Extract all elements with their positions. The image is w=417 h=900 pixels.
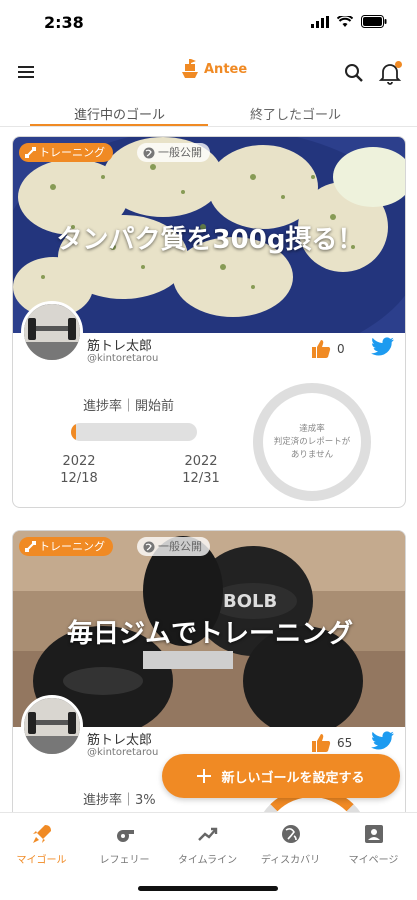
end-year: 2022 [184, 454, 218, 469]
visibility-label: 一般公開 [158, 146, 202, 159]
nav-label: マイゴール [16, 855, 67, 866]
rocket-icon [32, 825, 51, 843]
app-header: Antee [0, 50, 417, 96]
logo-text: Antee [204, 61, 248, 77]
start-day: 12/18 [60, 471, 98, 486]
wifi-icon [337, 15, 353, 27]
twitter-icon [371, 337, 394, 356]
thumbs-up-icon [312, 734, 331, 752]
category-badge: トレーニング [19, 537, 113, 556]
nav-referee[interactable]: レフェリー [83, 823, 166, 866]
goal-card[interactable]: タンパク質を300g摂る！ トレーニング 一般公開 筋トレ太郎 @kintore… [12, 136, 406, 508]
nav-label: レフェリー [99, 855, 150, 866]
new-goal-label: 新しいゴールを設定する [221, 770, 365, 786]
menu-button[interactable] [16, 62, 38, 82]
search-button[interactable] [343, 62, 365, 84]
twitter-icon [371, 731, 394, 750]
nav-label: マイページ [348, 855, 399, 866]
notification-button[interactable] [377, 60, 403, 86]
signal-icon [311, 15, 329, 28]
category-label: トレーニング [39, 146, 105, 159]
notification-dot [395, 61, 402, 68]
hamburger-icon [18, 66, 34, 78]
goal-title: 毎日ジムでトレーニング [66, 619, 353, 649]
goal-image: タンパク質を300g摂る！ トレーニング 一般公開 [13, 137, 405, 333]
like-button[interactable]: 65 [311, 733, 352, 753]
avatar[interactable] [21, 301, 83, 363]
category-badge: トレーニング [19, 143, 113, 162]
battery-icon [361, 15, 387, 28]
avatar[interactable] [21, 695, 83, 757]
progress-label: 進捗率｜開始前 [83, 399, 175, 414]
home-indicator [138, 886, 278, 891]
user-name: 筋トレ太郎 [87, 733, 153, 748]
progress-bar [71, 423, 197, 441]
progress-label: 進捗率｜3% [83, 793, 156, 808]
visibility-label: 一般公開 [158, 540, 202, 553]
nav-discovery[interactable]: ディスカバリ [249, 823, 332, 866]
goal-image: BOLB 毎日ジムでトレーニング トレーニング 一般公開 [13, 531, 405, 727]
status-time: 2:38 [44, 13, 84, 32]
like-count: 0 [337, 342, 345, 356]
achievement-ring: 達成率 判定済のレポートがありません [253, 383, 371, 501]
like-button[interactable]: 0 [311, 339, 345, 359]
search-icon [345, 64, 363, 82]
category-icon [25, 147, 36, 158]
status-bar: 2:38 [0, 0, 417, 46]
plus-icon [197, 769, 212, 783]
tab-divider [0, 126, 417, 127]
nav-timeline[interactable]: タイムライン [166, 823, 249, 866]
ship-logo-icon [182, 59, 198, 78]
thumbs-up-icon [312, 340, 331, 358]
category-icon [25, 541, 36, 552]
like-count: 65 [337, 736, 353, 750]
new-goal-button[interactable]: 新しいゴールを設定する [162, 754, 400, 798]
globe-icon [281, 825, 300, 843]
category-label: トレーニング [39, 540, 105, 553]
app-logo: Antee [178, 58, 247, 80]
globe-small-icon [143, 147, 155, 158]
progress-fill [71, 423, 77, 441]
end-day: 12/31 [182, 471, 220, 486]
nav-my-goals[interactable]: マイゴール [0, 823, 83, 866]
goal-tabs: 進行中のゴール 終了したゴール [0, 100, 417, 126]
nav-label: ディスカバリ [260, 855, 321, 866]
profile-icon [364, 825, 383, 843]
twitter-share-button[interactable] [371, 337, 395, 357]
twitter-share-button[interactable] [371, 731, 395, 751]
globe-small-icon [143, 541, 155, 552]
svg-text:BOLB: BOLB [223, 591, 277, 612]
user-name: 筋トレ太郎 [87, 339, 153, 354]
tab-finished-goals[interactable]: 終了したゴール [250, 104, 341, 123]
goal-title: タンパク質を300g摂る！ [56, 225, 364, 255]
user-id: @kintoretarou [87, 353, 159, 364]
start-year: 2022 [62, 454, 96, 469]
trend-icon [197, 827, 217, 841]
tab-active-goals[interactable]: 進行中のゴール [74, 104, 165, 123]
whistle-icon [116, 830, 134, 842]
visibility-badge: 一般公開 [137, 143, 210, 162]
nav-my-page[interactable]: マイページ [332, 823, 415, 866]
achievement-ring-text: 達成率 判定済のレポートがありません [273, 423, 351, 460]
status-icons [311, 15, 387, 28]
visibility-badge: 一般公開 [137, 537, 210, 556]
start-date: 2022 12/18 [49, 453, 109, 487]
user-id: @kintoretarou [87, 747, 159, 758]
end-date: 2022 12/31 [171, 453, 231, 487]
nav-label: タイムライン [177, 855, 238, 866]
